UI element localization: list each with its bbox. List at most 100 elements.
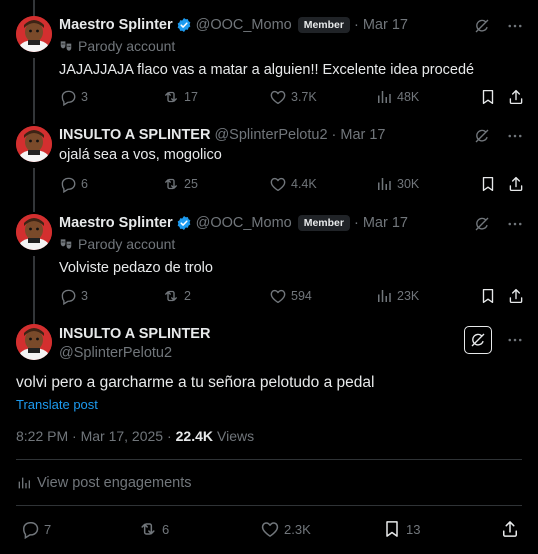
grok-button[interactable] [472, 16, 492, 36]
handle[interactable]: @SplinterPelotu2 [59, 345, 172, 361]
views-icon [375, 88, 393, 106]
more-button[interactable] [506, 331, 524, 349]
like-count: 2.3K [284, 521, 311, 537]
repost-count: 17 [184, 90, 198, 104]
bookmark-icon [479, 175, 497, 193]
like-count: 594 [291, 289, 312, 303]
engagements-label: View post engagements [37, 475, 192, 491]
avatar-image [16, 126, 52, 162]
grok-button[interactable] [464, 326, 492, 354]
display-name[interactable]: INSULTO A SPLINTER [59, 326, 210, 342]
more-button[interactable] [506, 17, 524, 35]
repost-count: 2 [184, 289, 191, 303]
display-name[interactable]: INSULTO A SPLINTER [59, 127, 210, 143]
bookmark-icon [479, 88, 497, 106]
share-button[interactable] [507, 88, 525, 106]
avatar-image [16, 324, 52, 360]
share-icon [500, 519, 520, 539]
share-button[interactable] [507, 175, 525, 193]
bookmark-icon [382, 519, 402, 539]
views-icon [375, 175, 393, 193]
like-button[interactable]: 4.4K [269, 175, 317, 193]
reply-icon [59, 175, 77, 193]
more-icon [506, 215, 524, 233]
parody-text: Parody account [78, 38, 176, 54]
author-name-row: INSULTO A SPLINTER [59, 324, 210, 344]
reply-icon [20, 519, 40, 539]
reply-button[interactable]: 7 [20, 519, 51, 539]
more-button[interactable] [506, 127, 524, 145]
reply-button[interactable]: 6 [59, 175, 88, 193]
verified-icon[interactable] [176, 215, 192, 231]
grok-icon [473, 17, 491, 35]
tweet-top-actions [472, 214, 524, 234]
reply-tweet[interactable]: INSULTO A SPLINTER @SplinterPelotu2 · Ma… [0, 124, 538, 204]
tweet-text: ojalá sea a vos, mogolico [59, 147, 222, 163]
reply-tweet[interactable]: Maestro Splinter @OOC_Momo Member · Mar … [0, 14, 538, 114]
member-badge[interactable]: Member [297, 215, 350, 231]
post-meta: 8:22 PM · Mar 17, 2025 · 22.4K Views [16, 428, 254, 444]
timestamp[interactable]: Mar 17 [363, 17, 408, 33]
translate-link[interactable]: Translate post [16, 397, 98, 412]
views-button[interactable]: 48K [375, 88, 419, 106]
views-count: 23K [397, 289, 420, 303]
more-icon [506, 17, 524, 35]
repost-button[interactable]: 2 [162, 287, 191, 305]
reply-icon [59, 88, 77, 106]
post-timestamp[interactable]: 8:22 PM · Mar 17, 2025 · [16, 428, 172, 444]
avatar[interactable] [16, 214, 52, 250]
share-button[interactable] [500, 519, 520, 539]
repost-button[interactable]: 17 [162, 88, 198, 106]
grok-button[interactable] [472, 214, 492, 234]
tweet-top-actions [472, 126, 524, 146]
verified-icon[interactable] [176, 17, 192, 33]
like-button[interactable]: 2.3K [260, 519, 311, 539]
post-views-count: 22.4K [175, 428, 213, 444]
handle[interactable]: @SplinterPelotu2 [214, 127, 327, 143]
more-button[interactable] [506, 215, 524, 233]
timestamp[interactable]: Mar 17 [340, 127, 385, 143]
tweet-header: Maestro Splinter @OOC_Momo Member · Mar … [59, 15, 408, 35]
tweet-header: INSULTO A SPLINTER @SplinterPelotu2 · Ma… [59, 125, 386, 145]
bookmark-button[interactable] [479, 175, 497, 193]
views-button[interactable]: 23K [375, 287, 419, 305]
like-icon [269, 175, 287, 193]
bookmark-button[interactable] [479, 88, 497, 106]
tweet-top-actions [472, 16, 524, 36]
grok-icon [473, 215, 491, 233]
view-engagements-link[interactable]: View post engagements [16, 475, 192, 491]
reply-button[interactable]: 3 [59, 88, 88, 106]
repost-icon [162, 88, 180, 106]
author-handle-row: @SplinterPelotu2 [59, 343, 172, 363]
post-actions: 7 6 2.3K 13 [20, 519, 520, 541]
reply-button[interactable]: 3 [59, 287, 88, 305]
avatar[interactable] [16, 126, 52, 162]
display-name[interactable]: Maestro Splinter [59, 17, 173, 33]
like-count: 4.4K [291, 177, 317, 191]
repost-count: 25 [184, 177, 198, 191]
reply-count: 7 [44, 521, 52, 537]
avatar[interactable] [16, 324, 52, 360]
repost-icon [138, 519, 158, 539]
like-button[interactable]: 594 [269, 287, 312, 305]
views-button[interactable]: 30K [375, 175, 419, 193]
avatar[interactable] [16, 16, 52, 52]
handle[interactable]: @OOC_Momo [196, 17, 292, 33]
handle[interactable]: @OOC_Momo [196, 215, 292, 231]
reply-count: 3 [81, 289, 88, 303]
grok-button[interactable] [472, 126, 492, 146]
more-icon [506, 331, 524, 349]
separator: · [353, 215, 359, 231]
reply-tweet[interactable]: Maestro Splinter @OOC_Momo Member · Mar … [0, 212, 538, 312]
share-button[interactable] [507, 287, 525, 305]
member-badge[interactable]: Member [297, 17, 350, 33]
parody-label: Parody account [59, 38, 175, 54]
like-button[interactable]: 3.7K [269, 88, 317, 106]
repost-button[interactable]: 25 [162, 175, 198, 193]
bookmark-button[interactable]: 13 [382, 519, 420, 539]
display-name[interactable]: Maestro Splinter [59, 215, 173, 231]
like-icon [269, 287, 287, 305]
timestamp[interactable]: Mar 17 [363, 215, 408, 231]
bookmark-button[interactable] [479, 287, 497, 305]
repost-button[interactable]: 6 [138, 519, 169, 539]
